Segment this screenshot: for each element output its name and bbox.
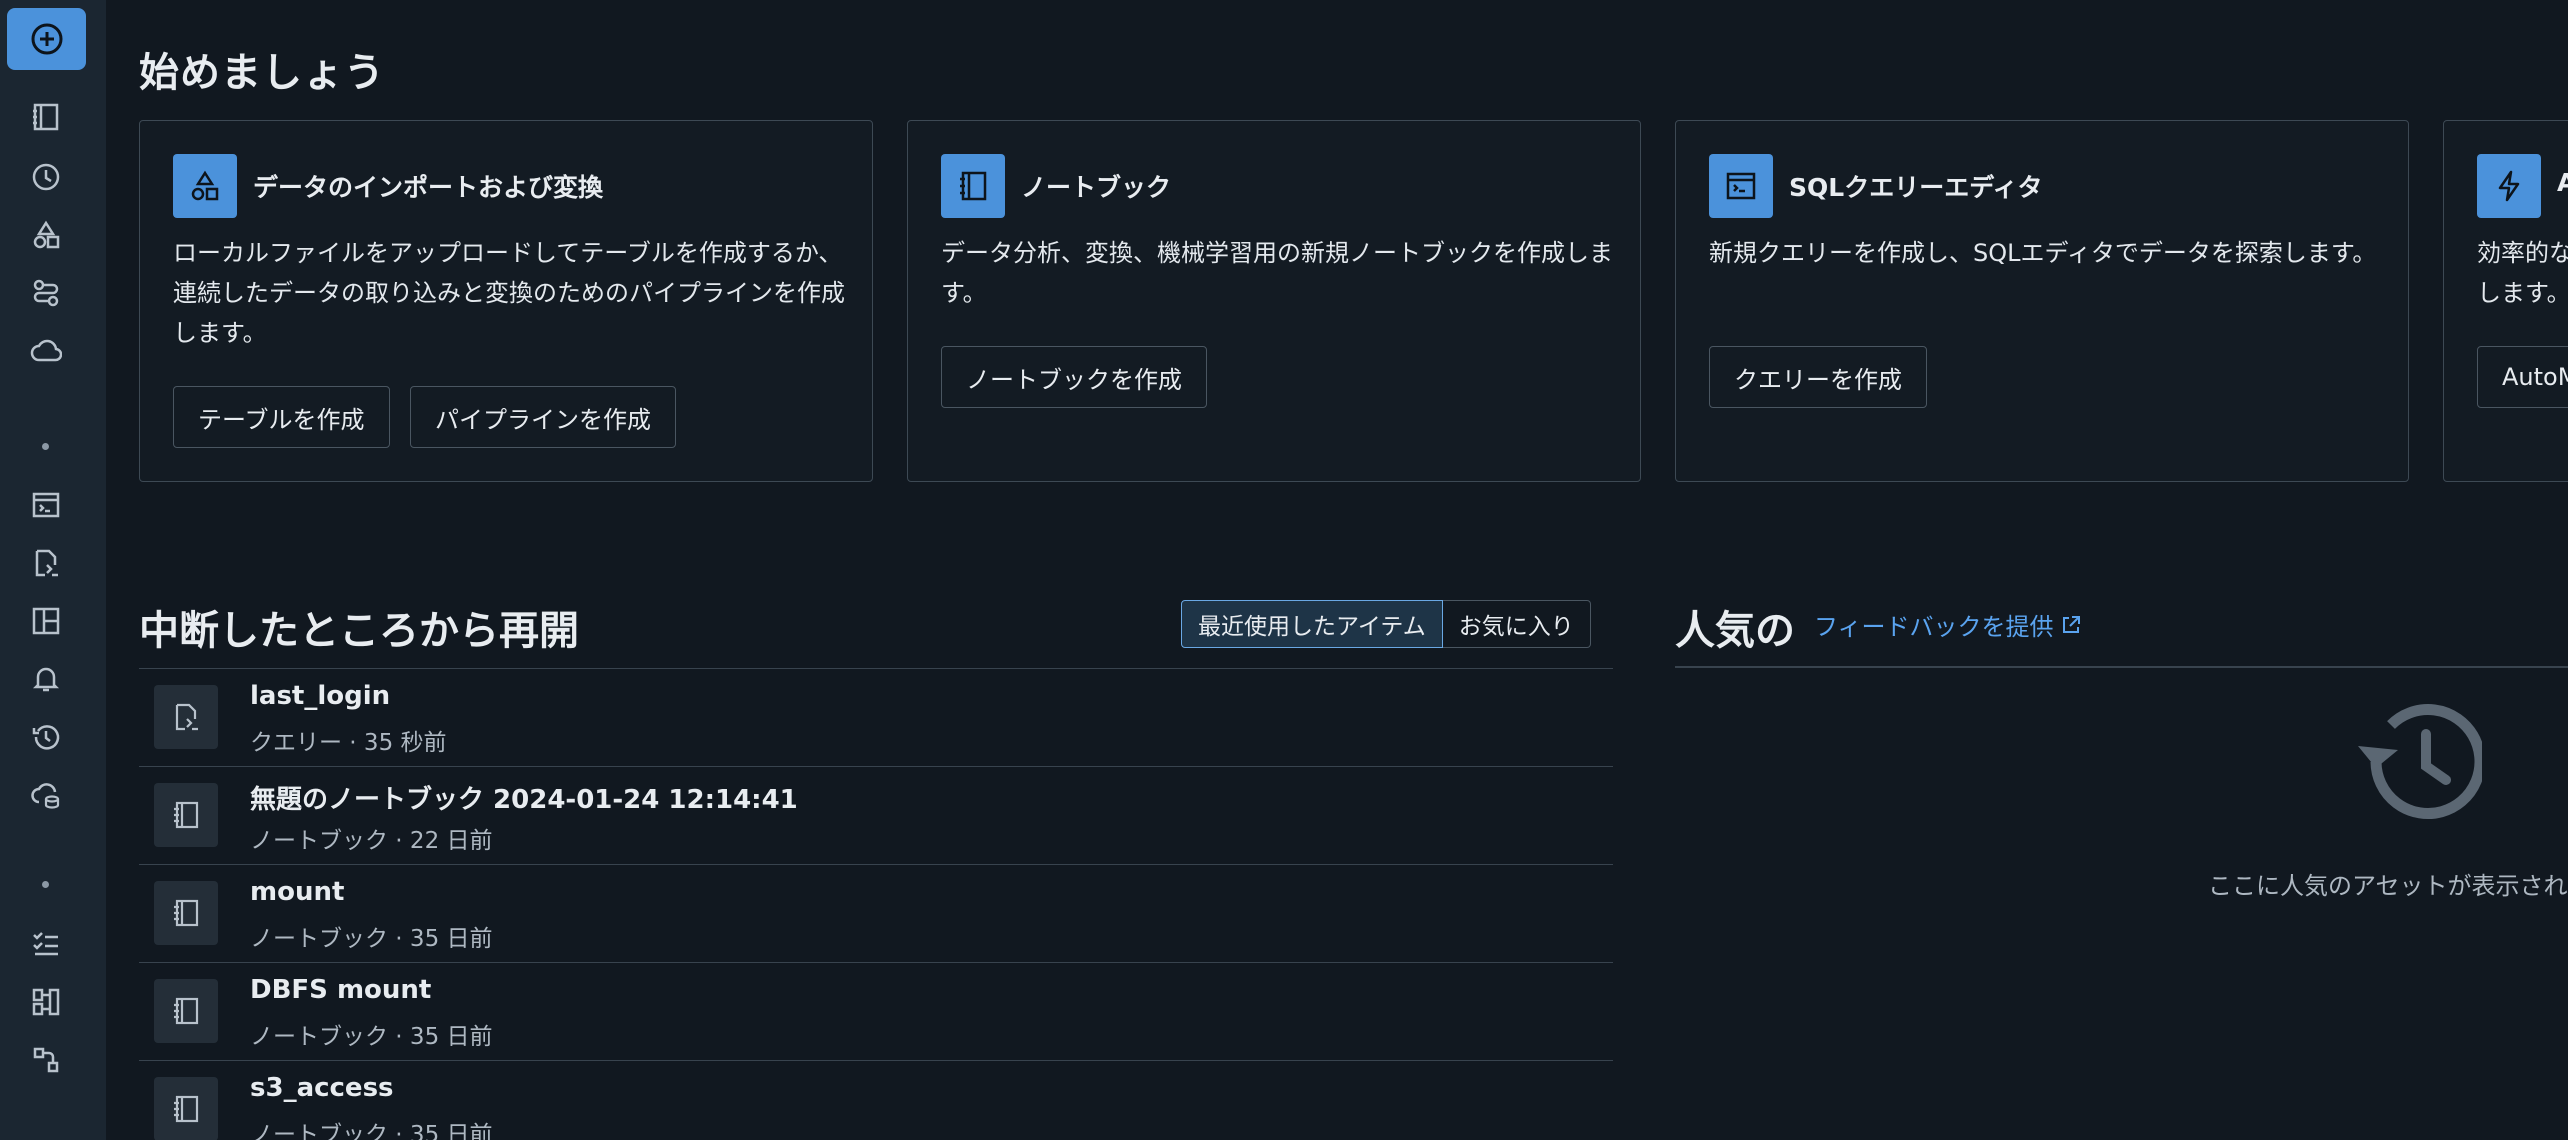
recent-items-list: last_login クエリー · 35 秒前 無題のノートブック 2024-0… <box>139 668 1613 1140</box>
sql-warehouses-icon[interactable] <box>29 778 63 812</box>
sql-editor-icon[interactable] <box>29 488 63 522</box>
queries-icon[interactable] <box>29 546 63 580</box>
experiments-icon[interactable] <box>29 927 63 961</box>
recents-icon[interactable] <box>29 160 63 194</box>
section-divider <box>42 881 49 888</box>
models-icon[interactable] <box>29 1043 63 1077</box>
card-title: ノートブック <box>1021 173 1172 202</box>
sidebar <box>0 0 106 1140</box>
main-content: 始めましょう データのインポートおよび変換 ローカルファイルをアップロードしてテ… <box>106 0 2568 1140</box>
card-description: 効率的な します。 <box>2477 239 2568 307</box>
card-description: ローカルファイルをアップロードしてテーブルを作成するか、連続したデータの取り込み… <box>173 239 845 347</box>
item-title[interactable]: mount <box>250 877 344 907</box>
tab-favorites[interactable]: お気に入り <box>1442 600 1591 648</box>
list-item[interactable]: mount ノートブック · 35 日前 <box>139 864 1613 962</box>
sql-editor-icon <box>1709 154 1773 218</box>
get-started-heading: 始めましょう <box>139 50 385 96</box>
create-notebook-button[interactable]: ノートブックを作成 <box>941 346 1207 408</box>
card-description: データ分析、変換、機械学習用の新規ノートブックを作成します。 <box>941 239 1613 307</box>
workflows-icon[interactable] <box>29 276 63 310</box>
card-title: データのインポートおよび変換 <box>253 173 604 202</box>
catalog-icon[interactable] <box>29 218 63 252</box>
create-pipeline-button[interactable]: パイプラインを作成 <box>410 386 676 448</box>
automl-button[interactable]: AutoM <box>2477 346 2568 408</box>
compute-icon[interactable] <box>29 334 63 368</box>
item-meta: ノートブック · 22 日前 <box>250 828 493 854</box>
list-item[interactable]: 無題のノートブック 2024-01-24 12:14:41 ノートブック · 2… <box>139 766 1613 864</box>
empty-state-text: ここに人気のアセットが表示され <box>2208 872 2568 900</box>
card-description: 新規クエリーを作成し、SQLエディタでデータを探索します。 <box>1709 239 2377 267</box>
external-link-icon <box>2062 615 2080 633</box>
features-icon[interactable] <box>29 985 63 1019</box>
notebook-icon <box>154 979 218 1043</box>
item-title[interactable]: last_login <box>250 681 390 711</box>
import-transform-card: データのインポートおよび変換 ローカルファイルをアップロードしてテーブルを作成す… <box>139 120 873 482</box>
feedback-link[interactable]: フィードバックを提供 <box>1814 607 2082 642</box>
feedback-label: フィードバックを提供 <box>1814 613 2054 641</box>
notebook-icon <box>154 783 218 847</box>
new-button[interactable] <box>7 8 86 70</box>
notebook-icon <box>154 1077 218 1140</box>
item-title[interactable]: DBFS mount <box>250 975 431 1005</box>
item-meta: ノートブック · 35 日前 <box>250 1122 493 1140</box>
sql-editor-card: SQLクエリーエディタ 新規クエリーを作成し、SQLエディタでデータを探索します… <box>1675 120 2409 482</box>
shapes-icon <box>173 154 237 218</box>
item-meta: ノートブック · 35 日前 <box>250 1024 493 1050</box>
popular-divider <box>1675 666 2568 668</box>
query-history-icon[interactable] <box>29 720 63 754</box>
notebook-icon <box>941 154 1005 218</box>
recent-favorites-toggle: 最近使用したアイテム お気に入り <box>1181 600 1591 648</box>
tab-recent[interactable]: 最近使用したアイテム <box>1181 600 1443 648</box>
notebook-icon <box>154 881 218 945</box>
automl-card: A 効率的な します。 AutoM <box>2443 120 2568 482</box>
query-file-icon <box>154 685 218 749</box>
notebook-card: ノートブック データ分析、変換、機械学習用の新規ノートブックを作成します。 ノー… <box>907 120 1641 482</box>
plus-circle-icon <box>31 23 62 55</box>
section-divider <box>42 443 49 450</box>
list-item[interactable]: DBFS mount ノートブック · 35 日前 <box>139 962 1613 1060</box>
workspace-icon[interactable] <box>29 100 63 134</box>
card-title: A <box>2557 168 2568 197</box>
list-item[interactable]: last_login クエリー · 35 秒前 <box>139 668 1613 766</box>
item-title[interactable]: s3_access <box>250 1073 394 1103</box>
list-item[interactable]: s3_access ノートブック · 35 日前 <box>139 1060 1613 1140</box>
create-table-button[interactable]: テーブルを作成 <box>173 386 390 448</box>
item-meta: ノートブック · 35 日前 <box>250 926 493 952</box>
item-meta: クエリー · 35 秒前 <box>250 730 447 756</box>
popular-heading: 人気の <box>1675 608 1795 654</box>
lightning-icon <box>2477 154 2541 218</box>
create-query-button[interactable]: クエリーを作成 <box>1709 346 1927 408</box>
card-title: SQLクエリーエディタ <box>1789 173 2043 202</box>
item-title[interactable]: 無題のノートブック 2024-01-24 12:14:41 <box>250 779 798 816</box>
dashboards-icon[interactable] <box>29 604 63 638</box>
alerts-icon[interactable] <box>29 662 63 696</box>
resume-heading: 中断したところから再開 <box>139 608 579 654</box>
history-icon <box>2346 700 2486 828</box>
